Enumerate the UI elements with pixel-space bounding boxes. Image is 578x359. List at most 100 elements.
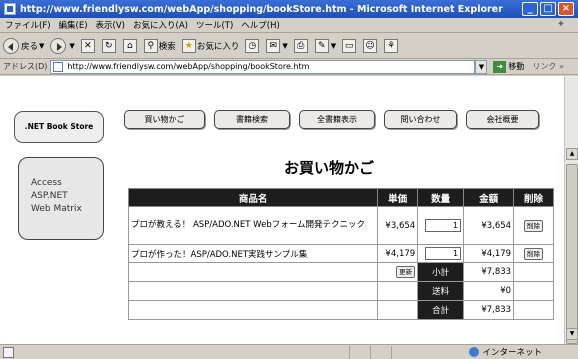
delete-button[interactable]: 削除 (524, 247, 544, 260)
search-button[interactable]: ⚲ 検索 (143, 38, 176, 53)
close-button[interactable]: × (558, 2, 574, 16)
shipping-label: 送料 (417, 281, 465, 301)
refresh-icon: ↻ (101, 38, 116, 53)
globe-icon (469, 347, 480, 357)
messenger-icon: ☺ (363, 38, 378, 53)
empty-cell (513, 281, 554, 301)
back-label: 戻る (21, 41, 39, 52)
quantity-input[interactable]: 1 (425, 219, 462, 232)
side-link-webmatrix[interactable]: Web Matrix (31, 203, 103, 216)
history-button[interactable]: ◷ (245, 38, 260, 53)
header-delete: 削除 (513, 188, 554, 207)
toolbar: 戻る ▼ ▼ ✕ ↻ ⌂ ⚲ 検索 ★ お気に入り ◷ ✉ ▼ ⎙ ✎ ▼ ▭ ☺ … (0, 33, 578, 59)
unit-price: ¥3,654 (377, 206, 419, 245)
scroll-down-button[interactable]: ▼ (566, 328, 578, 340)
nav-search-link[interactable]: 書籍検索 (214, 110, 290, 129)
search-label: 検索 (158, 41, 176, 52)
go-button[interactable]: ➜ 移動 (493, 60, 524, 73)
menu-tools[interactable]: ツール(T) (196, 19, 233, 31)
unit-price: ¥4,179 (377, 244, 419, 263)
window-title: http://www.friendlysw.com/webApp/shoppin… (20, 3, 503, 15)
messenger-button[interactable]: ☺ (363, 38, 378, 53)
status-bar: インターネット (0, 344, 578, 359)
address-input[interactable]: http://www.friendlysw.com/webApp/shoppin… (50, 59, 476, 74)
menu-favorites[interactable]: お気に入り(A) (133, 19, 188, 31)
minimize-button[interactable]: _ (522, 2, 538, 16)
update-cell: 更新 (377, 262, 419, 282)
empty-cell (127, 300, 379, 320)
favorites-button[interactable]: ★ お気に入り (181, 38, 240, 53)
ie-icon (4, 3, 16, 15)
page-status-icon (3, 346, 14, 358)
scroll-thumb[interactable] (566, 164, 578, 344)
cart-header-row: 商品名 単価 数量 金額 削除 (127, 188, 554, 207)
forward-button[interactable]: ▼ (50, 37, 75, 54)
page-viewport: .NET Book Store 買い物かご 書籍検索 全書籍表示 問い合わせ 会… (0, 76, 564, 344)
total-value: ¥7,833 (463, 300, 515, 320)
quantity-input[interactable]: 1 (425, 247, 462, 260)
side-link-aspnet[interactable]: ASP.NET (31, 190, 103, 203)
store-logo: .NET Book Store (14, 111, 104, 143)
address-url: http://www.friendlysw.com/webApp/shoppin… (67, 61, 310, 71)
product-name: プロが教える！ ASP/ADO.NET Webフォーム開発テクニック (127, 206, 379, 245)
home-icon: ⌂ (122, 38, 137, 53)
nav-cart-link[interactable]: 買い物かご (124, 110, 205, 129)
delete-button[interactable]: 削除 (524, 219, 544, 232)
zone-label: インターネット (482, 348, 542, 358)
nav-company-link[interactable]: 会社概要 (466, 110, 539, 129)
scroll-up-button[interactable]: ▲ (566, 148, 578, 160)
edit-icon: ✎ (314, 38, 329, 53)
favorites-label: お気に入り (196, 41, 240, 52)
mail-icon: ✉ (266, 38, 281, 53)
home-button[interactable]: ⌂ (122, 38, 138, 53)
title-bar: http://www.friendlysw.com/webApp/shoppin… (0, 0, 578, 18)
update-button[interactable]: 更新 (396, 266, 416, 278)
header-quantity: 数量 (417, 188, 465, 207)
product-name: プロが作った！ASP/ADO.NET実践サンプル集 (127, 244, 379, 263)
status-divider (391, 345, 392, 359)
forward-arrow-icon (50, 37, 67, 54)
nav-contact-link[interactable]: 問い合わせ (384, 110, 457, 129)
cart-table: 商品名 単価 数量 金額 削除 プロが教える！ ASP/ADO.NET Webフ… (127, 188, 554, 320)
stop-button[interactable]: ✕ (80, 38, 96, 53)
menu-view[interactable]: 表示(V) (96, 19, 125, 31)
chevron-down-icon: ▼ (39, 41, 45, 50)
chevron-down-icon: ▼ (330, 41, 337, 50)
edit-button[interactable]: ✎ ▼ (314, 38, 337, 53)
links-button[interactable]: リンク » (532, 61, 563, 72)
back-arrow-icon (3, 37, 19, 54)
menu-help[interactable]: ヘルプ(H) (241, 19, 280, 31)
windows-logo-icon: ✦ (556, 19, 566, 30)
refresh-button[interactable]: ↻ (101, 38, 117, 53)
print-button[interactable]: ⎙ (293, 38, 309, 53)
delete-cell: 削除 (513, 244, 554, 263)
empty-cell (377, 281, 419, 301)
table-row: プロが教える！ ASP/ADO.NET Webフォーム開発テクニック ¥3,65… (127, 206, 554, 245)
star-icon: ★ (181, 38, 196, 53)
page-title: お買い物かご (283, 159, 374, 177)
side-category-menu: Access ASP.NET Web Matrix (18, 157, 104, 240)
maximize-button[interactable]: □ (540, 2, 556, 16)
discuss-button[interactable]: ▭ (342, 38, 357, 53)
menu-edit[interactable]: 編集(E) (59, 19, 88, 31)
mail-button[interactable]: ✉ ▼ (266, 38, 288, 53)
empty-cell (127, 281, 379, 301)
address-dropdown-button[interactable]: ▼ (475, 59, 488, 74)
vertical-scrollbar[interactable]: ▲ ▼ (564, 76, 578, 344)
menu-file[interactable]: ファイル(F) (5, 19, 51, 31)
empty-cell (513, 262, 554, 282)
address-bar: アドレス(D) http://www.friendlysw.com/webApp… (0, 59, 578, 75)
header-amount: 金額 (463, 188, 515, 207)
header-product-name: 商品名 (127, 188, 379, 207)
research-button[interactable]: ⚘ (384, 38, 399, 53)
status-divider (349, 345, 350, 359)
back-button[interactable]: 戻る ▼ (3, 37, 45, 54)
discuss-icon: ▭ (342, 38, 357, 53)
delete-cell: 削除 (513, 206, 554, 245)
amount: ¥4,179 (463, 244, 515, 263)
security-zone: インターネット (469, 346, 542, 358)
menu-bar: ファイル(F) 編集(E) 表示(V) お気に入り(A) ツール(T) ヘルプ(… (0, 18, 578, 33)
nav-all-books-link[interactable]: 全書籍表示 (299, 110, 375, 129)
side-link-access[interactable]: Access (31, 177, 103, 190)
amount: ¥3,654 (463, 206, 515, 245)
